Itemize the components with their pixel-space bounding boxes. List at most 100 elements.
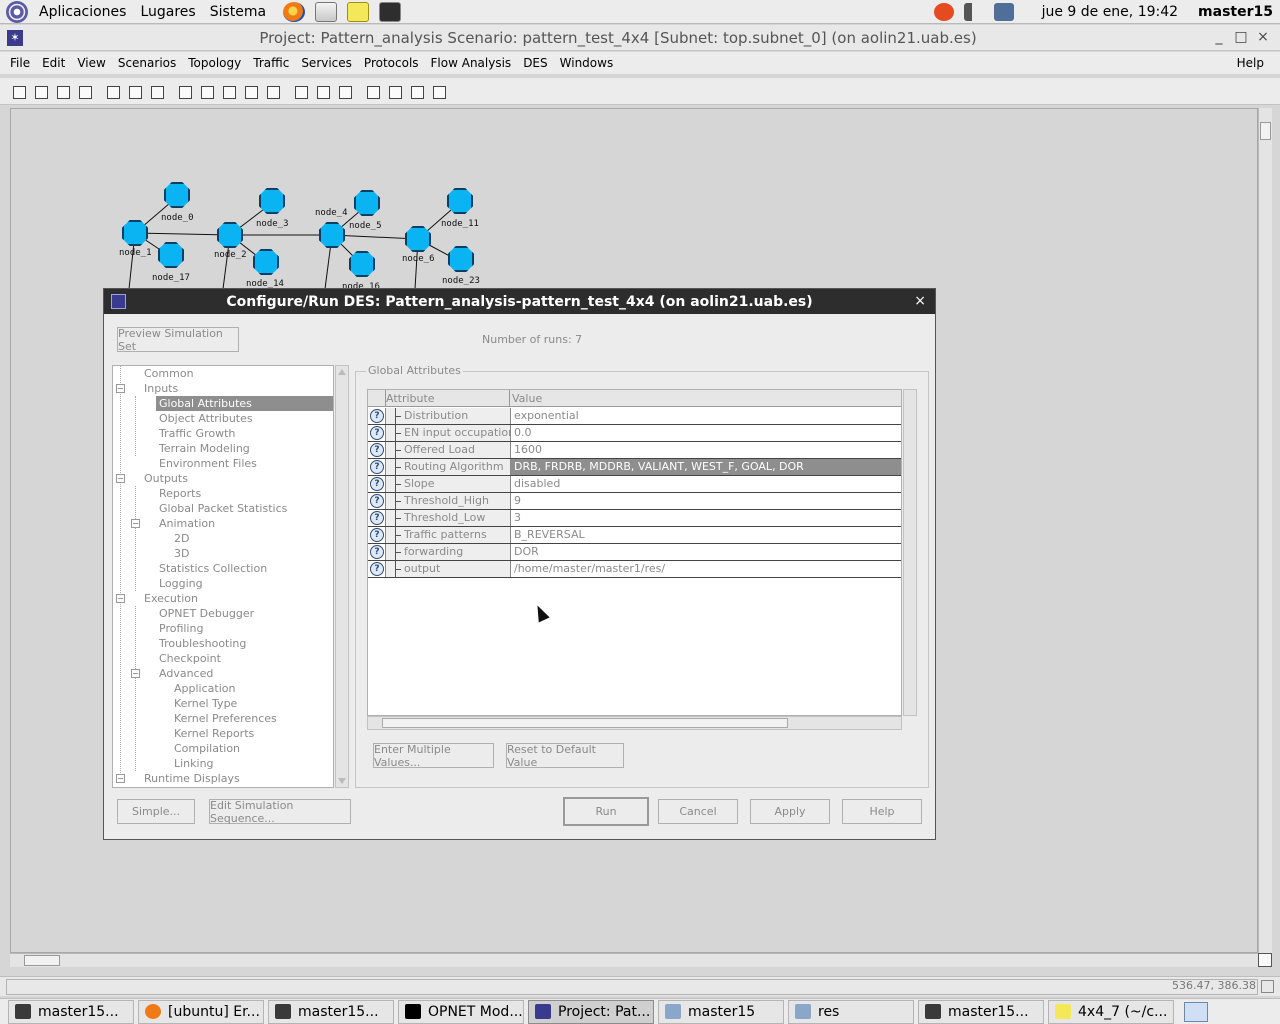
edit-simulation-sequence-button[interactable]: Edit Simulation Sequence... <box>209 799 351 825</box>
update-alert-icon[interactable] <box>933 3 954 21</box>
globe-icon[interactable] <box>174 81 194 101</box>
scroll-down-icon[interactable] <box>338 778 346 784</box>
attribute-value[interactable]: exponential <box>510 408 901 424</box>
close-button[interactable]: × <box>1252 29 1274 45</box>
scroll-thumb[interactable] <box>24 955 60 966</box>
tree-item-kernel-preferences[interactable]: Kernel Preferences <box>171 711 280 726</box>
tree-item-outputs[interactable]: Outputs <box>141 471 191 486</box>
table-row[interactable]: ? Traffic patterns B_REVERSAL <box>368 527 901 544</box>
tree-item-2d[interactable]: 2D <box>171 531 192 546</box>
attribute-value[interactable]: /home/master/master1/res/ <box>510 561 901 577</box>
table-row[interactable]: ? Threshold_Low 3 <box>368 510 901 527</box>
mail-icon[interactable] <box>315 1 338 22</box>
open-icon[interactable] <box>30 81 50 101</box>
graph-icon[interactable] <box>406 81 426 101</box>
attribute-value[interactable]: disabled <box>510 476 901 492</box>
help-icon[interactable]: ? <box>370 443 384 457</box>
tree-item-global-packet-statistics[interactable]: Global Packet Statistics <box>156 501 290 516</box>
grid-icon[interactable] <box>312 81 332 101</box>
help-icon[interactable]: ? <box>370 562 384 576</box>
table-row[interactable]: ? Threshold_High 9 <box>368 493 901 510</box>
workspace-switcher-icon[interactable] <box>1184 1001 1208 1022</box>
table-row[interactable]: ? Routing Algorithm DRB, FRDRB, MDDRB, VAL… <box>368 459 901 476</box>
menu-flow-analysis[interactable]: Flow Analysis <box>425 56 518 70</box>
table-row[interactable]: ? Slope disabled <box>368 476 901 493</box>
menu-services[interactable]: Services <box>295 56 358 70</box>
config-icon[interactable] <box>262 81 282 101</box>
clock[interactable]: jue 9 de ene, 19:42 <box>1042 4 1178 20</box>
collapse-icon[interactable]: − <box>116 774 125 783</box>
preview-simulation-set-button[interactable]: Preview Simulation Set <box>117 327 239 353</box>
reset-to-default-button[interactable]: Reset to Default Value <box>506 743 624 769</box>
tree-item-statistics-collection[interactable]: Statistics Collection <box>156 561 270 576</box>
canvas-vertical-scrollbar[interactable] <box>1258 108 1272 953</box>
tree-item-3d[interactable]: 3D <box>171 546 192 561</box>
new-icon[interactable] <box>8 81 28 101</box>
collapse-icon[interactable]: − <box>116 384 125 393</box>
save-icon[interactable] <box>52 81 72 101</box>
table-row[interactable]: ? Distribution exponential <box>368 408 901 425</box>
tree-item-compilation[interactable]: Compilation <box>171 741 243 756</box>
help-button[interactable]: Help <box>842 799 922 824</box>
menu-topology[interactable]: Topology <box>182 56 247 70</box>
enter-multiple-values-button[interactable]: Enter Multiple Values... <box>373 743 494 769</box>
link-icon[interactable] <box>146 81 166 101</box>
zoom-in-icon[interactable] <box>196 81 216 101</box>
zoom-out-icon[interactable] <box>218 81 238 101</box>
tree-item-checkpoint[interactable]: Checkpoint <box>156 651 224 666</box>
help-icon[interactable]: ? <box>370 460 384 474</box>
table-horizontal-scrollbar[interactable] <box>367 716 902 730</box>
run-des-icon[interactable] <box>362 81 382 101</box>
tree-item-traffic-growth[interactable]: Traffic Growth <box>156 426 238 441</box>
help-icon[interactable]: ? <box>370 426 384 440</box>
menu-edit[interactable]: Edit <box>36 56 71 70</box>
attribute-value[interactable]: DRB, FRDRB, MDDRB, VALIANT, WEST_F, GOAL… <box>510 459 901 475</box>
tree-item-kernel-reports[interactable]: Kernel Reports <box>171 726 257 741</box>
run-button[interactable]: Run <box>563 797 649 826</box>
help-icon[interactable]: ? <box>370 477 384 491</box>
tree-item-runtime-displays[interactable]: Runtime Displays <box>141 771 243 786</box>
tree-scrollbar[interactable] <box>335 365 349 788</box>
link[interactable] <box>134 232 231 236</box>
help-icon[interactable]: ? <box>370 409 384 423</box>
scroll-thumb[interactable] <box>382 718 788 728</box>
minimize-button[interactable]: _ <box>1208 29 1230 45</box>
attribute-value[interactable]: 1600 <box>510 442 901 458</box>
task-project[interactable]: Project: Pat... <box>528 999 654 1024</box>
menu-sistema[interactable]: Sistema <box>203 4 273 20</box>
menu-lugares[interactable]: Lugares <box>133 4 202 20</box>
tree-item-common[interactable]: Common <box>141 366 197 381</box>
tree-item-reports[interactable]: Reports <box>156 486 204 501</box>
collapse-icon[interactable]: − <box>116 594 125 603</box>
apply-button[interactable]: Apply <box>750 799 830 824</box>
column-header-attribute[interactable]: Attribute <box>386 392 435 405</box>
gnome-foot-icon[interactable] <box>6 0 28 23</box>
task-opnet[interactable]: OPNET Mod... <box>398 999 524 1024</box>
table-row[interactable]: ? EN input occupation 0.0 <box>368 425 901 442</box>
tree-item-object-attributes[interactable]: Object Attributes <box>156 411 256 426</box>
network-icon[interactable] <box>993 3 1014 21</box>
menu-windows[interactable]: Windows <box>554 56 620 70</box>
results-icon[interactable] <box>384 81 404 101</box>
scroll-thumb[interactable] <box>1260 122 1271 140</box>
attribute-value[interactable]: B_REVERSAL <box>510 527 901 543</box>
simple-button[interactable]: Simple... <box>117 799 195 824</box>
tree-item-kernel-type[interactable]: Kernel Type <box>171 696 240 711</box>
tree-item-troubleshooting[interactable]: Troubleshooting <box>156 636 249 651</box>
maximize-button[interactable]: □ <box>1230 29 1252 45</box>
menu-file[interactable]: File <box>4 56 36 70</box>
attribute-value[interactable]: 0.0 <box>510 425 901 441</box>
expand-icon[interactable] <box>334 81 354 101</box>
task-terminal[interactable]: master15... <box>268 999 394 1024</box>
attribute-value[interactable]: 3 <box>510 510 901 526</box>
cancel-button[interactable]: Cancel <box>658 799 738 824</box>
table-row[interactable]: ? output/home/master/master1/res/ <box>368 561 901 578</box>
tree-item-execution[interactable]: Execution <box>141 591 201 606</box>
node-icon[interactable] <box>124 81 144 101</box>
tree-item-terrain-modeling[interactable]: Terrain Modeling <box>156 441 253 456</box>
task-res-folder[interactable]: res <box>788 999 914 1024</box>
menu-protocols[interactable]: Protocols <box>358 56 425 70</box>
terminal-icon[interactable] <box>379 1 402 22</box>
attribute-value[interactable]: DOR <box>510 544 901 560</box>
collapse-icon[interactable]: − <box>131 669 140 678</box>
